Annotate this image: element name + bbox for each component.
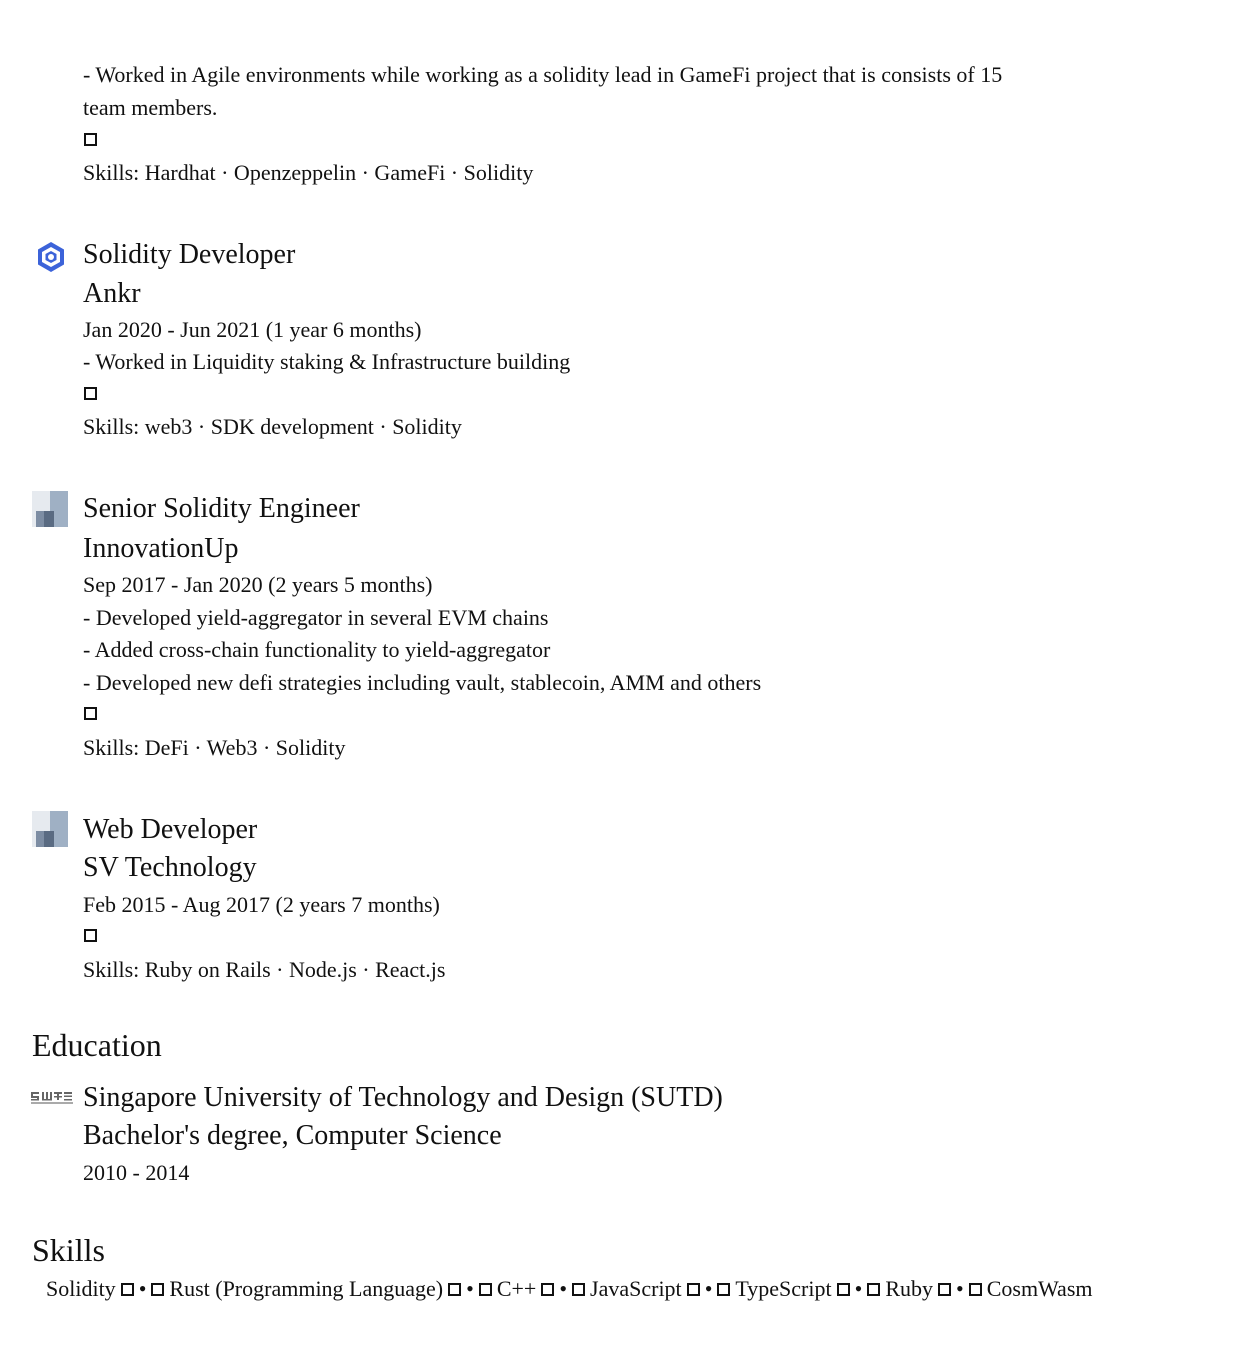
section-heading-skills: Skills [32, 1232, 105, 1268]
skill-item: TypeScript [735, 1276, 832, 1301]
separator: • [854, 1276, 863, 1301]
company-name: InnovationUp [83, 533, 239, 564]
separator: • [956, 1276, 964, 1301]
company-name: Ankr [83, 278, 141, 309]
job-description-line: team members. [83, 95, 218, 120]
job-title: Solidity Developer [83, 239, 296, 270]
education-years: 2010 - 2014 [83, 1160, 190, 1185]
checkbox-glyph [84, 133, 97, 146]
degree: Bachelor's degree, Computer Science [83, 1120, 502, 1151]
section-heading-education: Education [32, 1027, 162, 1063]
checkbox-glyph [572, 1282, 586, 1296]
skill-item: JavaScript [590, 1276, 682, 1301]
job-dates: Jan 2020 - Jun 2021 (1 year 6 months) [83, 317, 422, 342]
job-title: Senior Solidity Engineer [83, 493, 360, 524]
skills-list: Solidity • Rust (Programming Language) •… [46, 1275, 1093, 1303]
company-placeholder-icon [32, 491, 68, 527]
skill-item: Rust (Programming Language) [169, 1276, 444, 1301]
job-skills: Skills: Hardhat · Openzeppelin · GameFi … [83, 160, 534, 185]
job-title: Web Developer [83, 814, 258, 845]
company-placeholder-icon [32, 811, 68, 847]
checkbox-glyph [938, 1282, 951, 1296]
job-skills: Skills: Ruby on Rails · Node.js · React.… [83, 957, 446, 982]
checkbox-glyph [717, 1282, 731, 1296]
checkbox-glyph [84, 387, 97, 400]
sutd-logo-icon [30, 1089, 74, 1107]
checkbox-glyph [968, 1282, 982, 1296]
job-dates: Feb 2015 - Aug 2017 (2 years 7 months) [83, 892, 440, 917]
school-name: Singapore University of Technology and D… [83, 1082, 723, 1113]
checkbox-glyph [478, 1282, 492, 1296]
separator: • [559, 1276, 568, 1301]
checkbox-glyph [867, 1282, 881, 1296]
checkbox-glyph [836, 1282, 850, 1296]
ankr-logo-icon [33, 239, 69, 275]
skill-item: C++ [496, 1276, 537, 1301]
job-skills: Skills: web3 · SDK development · Solidit… [83, 414, 462, 439]
company-name: SV Technology [83, 852, 257, 883]
checkbox-glyph [541, 1282, 555, 1296]
skill-item: Solidity [46, 1276, 116, 1301]
job-description-line: - Added cross-chain functionality to yie… [83, 637, 551, 662]
checkbox-glyph [151, 1282, 165, 1296]
skill-item: CosmWasm [986, 1276, 1093, 1301]
checkbox-glyph [448, 1282, 462, 1296]
checkbox-glyph [84, 929, 97, 942]
separator: • [466, 1276, 474, 1301]
checkbox-glyph [686, 1282, 700, 1296]
checkbox-glyph [120, 1282, 134, 1296]
checkbox-glyph [84, 707, 97, 720]
job-description-line: - Developed new defi strategies includin… [83, 670, 762, 695]
job-description-line: - Worked in Agile environments while wor… [83, 62, 1003, 87]
job-dates: Sep 2017 - Jan 2020 (2 years 5 months) [83, 572, 433, 597]
separator: • [138, 1276, 147, 1301]
job-description-line: - Developed yield-aggregator in several … [83, 605, 549, 630]
skill-item: Ruby [885, 1276, 933, 1301]
job-description-line: - Worked in Liquidity staking & Infrastr… [83, 349, 571, 374]
job-skills: Skills: DeFi · Web3 · Solidity [83, 735, 346, 760]
separator: • [704, 1276, 713, 1301]
